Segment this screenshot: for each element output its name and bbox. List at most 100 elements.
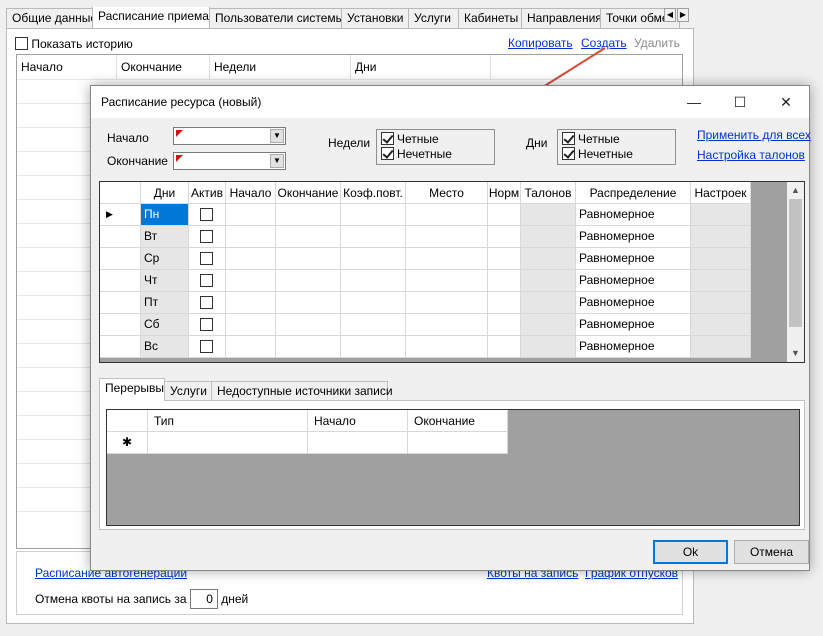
norm-cell[interactable]: [488, 314, 521, 336]
quota-cancel-days-input[interactable]: 0: [189, 589, 218, 609]
tab-directions[interactable]: Направления: [521, 8, 602, 28]
end-cell[interactable]: [276, 314, 341, 336]
start-cell[interactable]: [226, 270, 276, 292]
start-cell[interactable]: [226, 292, 276, 314]
show-history-checkbox[interactable]: [15, 37, 28, 51]
column-header-settings[interactable]: Настроек: [691, 182, 751, 204]
place-cell[interactable]: [406, 314, 488, 336]
table-row[interactable]: Пт Равномерное: [100, 292, 751, 314]
new-break-type-cell[interactable]: [148, 432, 308, 454]
active-checkbox[interactable]: [200, 229, 213, 243]
active-checkbox[interactable]: [200, 339, 213, 353]
place-cell[interactable]: [406, 336, 488, 358]
place-cell[interactable]: [406, 226, 488, 248]
column-header-weeks[interactable]: Недели: [210, 55, 351, 79]
active-cell[interactable]: [189, 204, 226, 226]
scroll-up-icon[interactable]: ▲: [787, 182, 804, 199]
active-cell[interactable]: [189, 314, 226, 336]
scroll-thumb[interactable]: [789, 199, 802, 327]
tab-services[interactable]: Услуги: [164, 381, 212, 400]
column-header-start[interactable]: Начало: [226, 182, 276, 204]
tab-users[interactable]: Пользователи системы: [209, 8, 344, 28]
column-header-distribution[interactable]: Распределение: [576, 182, 691, 204]
weeks-even-option[interactable]: Четные: [381, 132, 439, 147]
column-header-tickets[interactable]: Талонов: [521, 182, 576, 204]
weeks-odd-checkbox[interactable]: [381, 147, 394, 160]
active-checkbox[interactable]: [200, 207, 213, 221]
active-cell[interactable]: [189, 336, 226, 358]
table-row[interactable]: ▶ Пн Равномерное: [100, 204, 751, 226]
place-cell[interactable]: [406, 292, 488, 314]
end-cell[interactable]: [276, 292, 341, 314]
start-cell[interactable]: [226, 314, 276, 336]
place-cell[interactable]: [406, 204, 488, 226]
coef-cell[interactable]: [341, 314, 406, 336]
tab-services[interactable]: Услуги: [408, 8, 459, 28]
place-cell[interactable]: [406, 270, 488, 292]
coef-cell[interactable]: [341, 204, 406, 226]
maximize-button[interactable]: ☐: [717, 86, 763, 118]
active-cell[interactable]: [189, 248, 226, 270]
apply-all-link[interactable]: Применить для всех: [697, 128, 811, 142]
distribution-cell[interactable]: Равномерное: [576, 248, 691, 270]
coef-cell[interactable]: [341, 226, 406, 248]
scroll-down-icon[interactable]: ▼: [787, 345, 804, 362]
dropdown-arrow-icon[interactable]: ▼: [270, 129, 284, 143]
ok-button[interactable]: Ok: [653, 540, 728, 564]
distribution-cell[interactable]: Равномерное: [576, 292, 691, 314]
table-row[interactable]: Сб Равномерное: [100, 314, 751, 336]
column-header-days[interactable]: Дни: [351, 55, 491, 79]
weeks-even-checkbox[interactable]: [381, 132, 394, 145]
tickets-settings-link[interactable]: Настройка талонов: [697, 148, 805, 162]
norm-cell[interactable]: [488, 226, 521, 248]
tab-breaks[interactable]: Перерывы: [99, 378, 165, 401]
start-cell[interactable]: [226, 204, 276, 226]
days-even-checkbox[interactable]: [562, 132, 575, 145]
table-row[interactable]: Вс Равномерное: [100, 336, 751, 358]
distribution-cell[interactable]: Равномерное: [576, 226, 691, 248]
end-cell[interactable]: [276, 270, 341, 292]
show-history-option[interactable]: Показать историю: [15, 36, 133, 51]
active-checkbox[interactable]: [200, 295, 213, 309]
new-break-end-cell[interactable]: [408, 432, 508, 454]
distribution-cell[interactable]: Равномерное: [576, 314, 691, 336]
coef-cell[interactable]: [341, 292, 406, 314]
start-combobox[interactable]: ▼: [173, 127, 286, 145]
norm-cell[interactable]: [488, 248, 521, 270]
place-cell[interactable]: [406, 248, 488, 270]
days-odd-checkbox[interactable]: [562, 147, 575, 160]
tab-cabinets[interactable]: Кабинеты: [458, 8, 522, 28]
end-cell[interactable]: [276, 226, 341, 248]
table-row[interactable]: Вт Равномерное: [100, 226, 751, 248]
column-header-end[interactable]: Окончание: [408, 410, 508, 432]
column-header-repeat-coef[interactable]: Коэф.повт.: [341, 182, 406, 204]
tab-settings[interactable]: Установки: [341, 8, 409, 28]
norm-cell[interactable]: [488, 336, 521, 358]
dropdown-arrow-icon[interactable]: ▼: [270, 154, 284, 168]
distribution-cell[interactable]: Равномерное: [576, 204, 691, 226]
table-row[interactable]: Ср Равномерное: [100, 248, 751, 270]
norm-cell[interactable]: [488, 292, 521, 314]
start-cell[interactable]: [226, 248, 276, 270]
column-header-end[interactable]: Окончание: [276, 182, 341, 204]
active-checkbox[interactable]: [200, 273, 213, 287]
coef-cell[interactable]: [341, 270, 406, 292]
norm-cell[interactable]: [488, 270, 521, 292]
days-even-option[interactable]: Четные: [562, 132, 620, 147]
distribution-cell[interactable]: Равномерное: [576, 336, 691, 358]
column-header-active[interactable]: Актив: [189, 182, 226, 204]
active-cell[interactable]: [189, 226, 226, 248]
weeks-odd-option[interactable]: Нечетные: [381, 147, 452, 162]
column-header-end[interactable]: Окончание: [117, 55, 210, 79]
end-cell[interactable]: [276, 248, 341, 270]
cancel-button[interactable]: Отмена: [734, 540, 809, 564]
active-cell[interactable]: [189, 292, 226, 314]
table-row[interactable]: Чт Равномерное: [100, 270, 751, 292]
tab-general[interactable]: Общие данные: [6, 8, 97, 28]
end-combobox[interactable]: ▼: [173, 152, 286, 170]
grid-vertical-scrollbar[interactable]: ▲ ▼: [787, 182, 804, 362]
tab-unavailable-sources[interactable]: Недоступные источники записи: [211, 381, 393, 400]
coef-cell[interactable]: [341, 248, 406, 270]
end-cell[interactable]: [276, 204, 341, 226]
norm-cell[interactable]: [488, 204, 521, 226]
